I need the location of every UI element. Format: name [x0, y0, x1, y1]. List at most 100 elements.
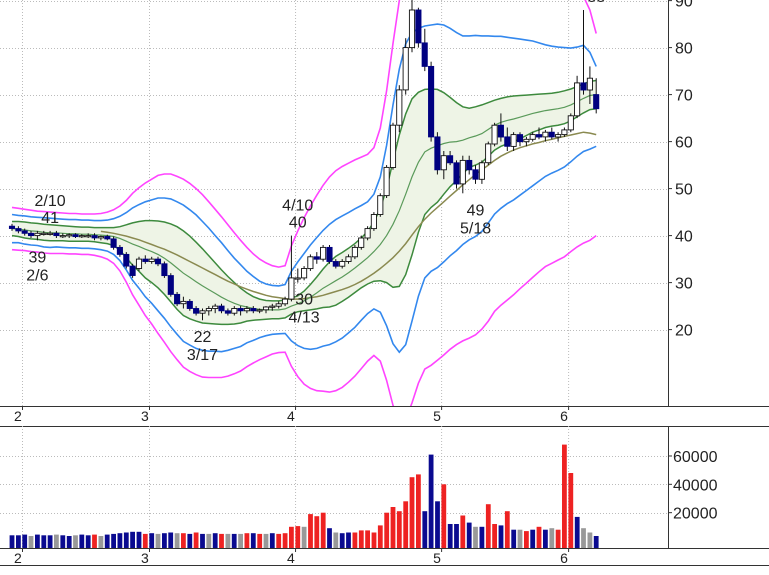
volume-bar	[543, 529, 548, 548]
volume-bar	[181, 533, 186, 548]
candle-body	[370, 214, 377, 230]
band-2sigma-lower-line	[11, 234, 597, 406]
volume-bar	[422, 511, 428, 548]
volume-bar	[85, 535, 91, 548]
volume-bar	[225, 533, 231, 548]
price-tick-label: 60	[675, 135, 693, 152]
volume-bar	[536, 526, 542, 548]
candle-body	[529, 134, 536, 140]
candle-body	[91, 235, 98, 239]
volume-bar	[333, 532, 339, 548]
candle-body	[205, 308, 212, 312]
candle-body	[459, 159, 466, 185]
candle-body	[8, 225, 16, 229]
volume-bar	[200, 533, 205, 548]
candle-body	[561, 129, 568, 136]
candle-body	[231, 308, 238, 314]
volume-bar	[250, 533, 256, 548]
volume-bar	[358, 530, 364, 548]
candle-body	[548, 131, 555, 138]
volume-bar	[92, 534, 97, 548]
volume-y-axis: 20000 40000 60000	[668, 426, 718, 548]
volume-bar	[66, 536, 72, 548]
volume-bar	[435, 501, 440, 548]
volume-bar	[244, 533, 250, 548]
annotation-label: 4/13	[289, 310, 320, 327]
volume-bar	[555, 529, 561, 548]
volume-bar	[263, 533, 269, 548]
candle-body	[161, 263, 168, 277]
price-annotations: 2/1041392/6223/174/1040304/135/891495/18…	[26, 0, 605, 364]
volume-bar	[314, 516, 320, 548]
volume-bar	[593, 536, 599, 548]
candle-body	[193, 308, 200, 314]
volume-bar	[257, 533, 263, 548]
candle-body	[288, 277, 295, 300]
candle-body	[320, 246, 327, 260]
price-tick-label: 50	[675, 182, 693, 199]
band-1sigma-upper-line	[11, 23, 597, 287]
candle-body	[21, 230, 28, 234]
volume-tick-label: 20000	[673, 506, 718, 523]
volume-bar	[193, 532, 199, 548]
candle-body	[542, 131, 549, 138]
candle-body	[53, 232, 60, 237]
volume-bar	[416, 474, 421, 548]
volume-tick-label: 60000	[673, 449, 718, 466]
volume-bar	[22, 534, 28, 548]
candle-body	[212, 305, 219, 309]
volume-bar	[479, 526, 485, 548]
price-x-axis: 2 3 4 5 6	[0, 406, 769, 427]
price-tick-label: 20	[675, 323, 693, 340]
candle-body	[250, 308, 257, 312]
price-x-tick-label: 5	[433, 408, 441, 424]
candle-body	[580, 82, 587, 91]
volume-bar	[346, 532, 351, 548]
price-x-tick-label: 4	[287, 408, 295, 424]
candle-body	[567, 115, 574, 131]
annotation-label: 4/10	[282, 198, 313, 215]
volume-tick-label: 40000	[673, 477, 718, 494]
volume-bar	[35, 534, 40, 548]
candle-body	[447, 155, 454, 164]
candle-body	[535, 134, 543, 138]
stock-chart-panel: 2/1041392/6223/174/1040304/135/891495/18…	[0, 0, 769, 570]
volume-bar	[155, 533, 161, 548]
candle-body	[104, 236, 111, 240]
candle-body	[218, 305, 225, 312]
annotation-label: 30	[295, 292, 313, 309]
price-y-axis: 20 30 40 50 60 70 80 90	[668, 0, 693, 406]
volume-bar	[504, 511, 510, 548]
candle-body	[593, 94, 600, 110]
price-x-tick-label: 3	[141, 408, 149, 424]
price-x-tick-label: 2	[14, 408, 22, 424]
candle-body	[472, 169, 479, 180]
volume-bar	[47, 535, 53, 548]
candle-body	[358, 237, 365, 248]
candle-body	[383, 166, 390, 197]
annotation-label: 2/10	[35, 193, 66, 210]
candle-body	[72, 234, 79, 238]
candle-body	[15, 228, 22, 232]
volume-bar	[219, 533, 224, 548]
price-x-tick-label: 6	[560, 408, 568, 424]
volume-bar	[276, 533, 282, 548]
candle-body	[256, 309, 263, 312]
annotation-label: 2/6	[26, 267, 48, 284]
annotation-label: 49	[467, 202, 485, 219]
candle-body	[135, 258, 143, 269]
candle-body	[180, 300, 187, 305]
volume-bar	[460, 515, 466, 548]
volume-bar	[371, 532, 377, 548]
volume-bar	[123, 532, 129, 548]
candle-body	[396, 89, 403, 126]
candle-body	[466, 159, 473, 171]
volume-bar	[530, 529, 536, 548]
candle-body	[167, 275, 174, 295]
volume-bar	[320, 512, 326, 548]
candle-body	[434, 136, 441, 171]
candle-body	[351, 246, 358, 258]
volume-bars	[9, 444, 599, 548]
candle-body	[269, 305, 276, 308]
volume-bar	[365, 530, 370, 548]
